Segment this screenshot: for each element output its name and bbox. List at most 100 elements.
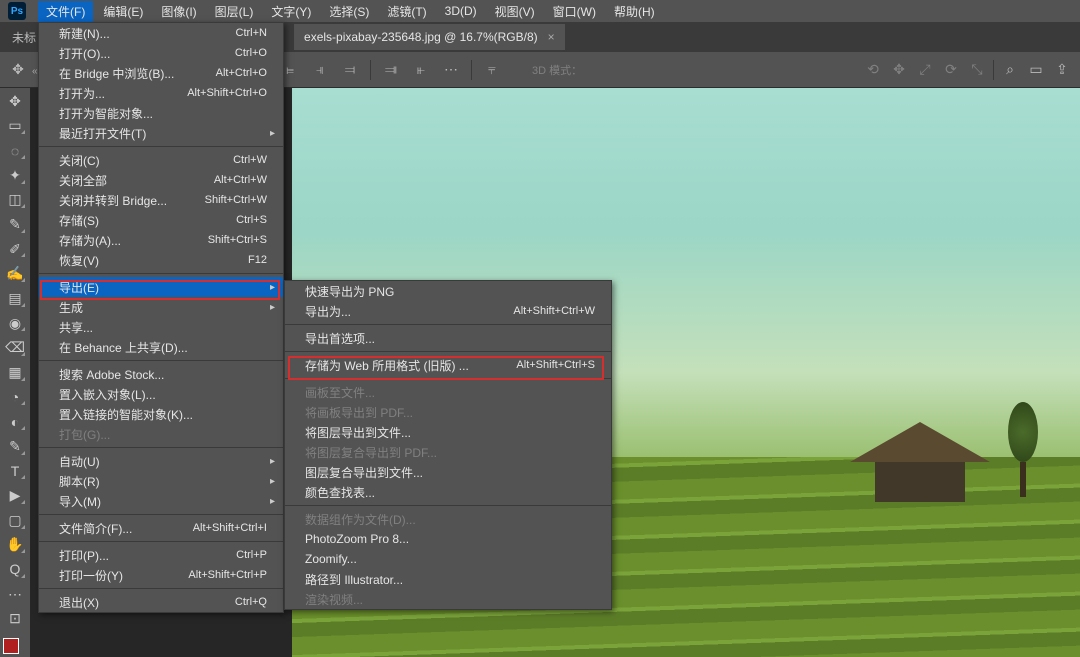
blur-tool-icon[interactable]: ◔: [4, 388, 26, 407]
menu-item-label: PhotoZoom Pro 8...: [305, 532, 409, 546]
file-menu-item[interactable]: 导入(M)▸: [39, 491, 283, 511]
file-menu-item[interactable]: 生成▸: [39, 297, 283, 317]
share-icon[interactable]: ⇪: [1052, 60, 1072, 80]
menu-item-label: 生成: [59, 299, 83, 316]
color-swatch[interactable]: [5, 640, 25, 657]
export-menu-item[interactable]: 将图层导出到文件...: [285, 422, 611, 442]
menu-3d[interactable]: 3D(D): [437, 2, 485, 20]
3d-rotate-icon[interactable]: ⟳: [941, 60, 961, 80]
dodge-tool-icon[interactable]: ◐: [4, 412, 26, 431]
file-menu-item[interactable]: 导出(E)▸: [39, 277, 283, 297]
file-menu-item[interactable]: 打印一份(Y)Alt+Shift+Ctrl+P: [39, 565, 283, 585]
type-tool-icon[interactable]: T: [4, 462, 26, 481]
distribute-v-icon[interactable]: ⫦: [411, 60, 431, 80]
file-menu-item: 打包(G)...: [39, 424, 283, 444]
export-menu-item[interactable]: Zoomify...: [285, 549, 611, 569]
file-menu-item[interactable]: 打印(P)...Ctrl+P: [39, 545, 283, 565]
file-menu-item[interactable]: 搜索 Adobe Stock...: [39, 364, 283, 384]
more-icon[interactable]: ⋯: [441, 60, 461, 80]
menu-item-shortcut: Ctrl+W: [233, 154, 267, 166]
menu-item-label: 存储为 Web 所用格式 (旧版) ...: [305, 357, 469, 374]
file-menu-item[interactable]: 退出(X) Ctrl+Q: [39, 592, 283, 612]
healing-tool-icon[interactable]: ✐: [4, 240, 26, 259]
clone-stamp-tool-icon[interactable]: ▤: [4, 289, 26, 308]
file-menu-item[interactable]: 共享...: [39, 317, 283, 337]
export-menu-item[interactable]: 颜色查找表...: [285, 482, 611, 502]
file-menu-item[interactable]: 存储(S)Ctrl+S: [39, 210, 283, 230]
file-menu-item[interactable]: 置入嵌入对象(L)...: [39, 384, 283, 404]
screen-mode-icon[interactable]: ⊡: [4, 609, 26, 628]
file-menu-item[interactable]: 打开为...Alt+Shift+Ctrl+O: [39, 83, 283, 103]
file-menu-item[interactable]: 打开(O)...Ctrl+O: [39, 43, 283, 63]
workspace-icon[interactable]: ▭: [1026, 60, 1046, 80]
export-menu-item[interactable]: 导出为...Alt+Shift+Ctrl+W: [285, 301, 611, 321]
menu-filter[interactable]: 滤镜(T): [379, 1, 434, 22]
file-menu-item[interactable]: 关闭(C)Ctrl+W: [39, 150, 283, 170]
eraser-tool-icon[interactable]: ⌫: [4, 338, 26, 357]
path-select-tool-icon[interactable]: ▶: [4, 486, 26, 505]
menu-item-shortcut: Ctrl+Q: [235, 596, 267, 608]
menu-item-label: 导出首选项...: [305, 330, 375, 347]
menu-type[interactable]: 文字(Y): [263, 1, 319, 22]
file-menu-item[interactable]: 存储为(A)...Shift+Ctrl+S: [39, 230, 283, 250]
menu-edit[interactable]: 编辑(E): [95, 1, 151, 22]
submenu-arrow-icon: ▸: [270, 456, 275, 467]
align-bottom-icon[interactable]: ⫤: [340, 60, 360, 80]
file-menu-item[interactable]: 在 Behance 上共享(D)...: [39, 337, 283, 357]
menu-help[interactable]: 帮助(H): [606, 1, 663, 22]
zoom-tool-icon[interactable]: Q: [4, 560, 26, 579]
export-menu-item[interactable]: 路径到 Illustrator...: [285, 569, 611, 589]
file-menu-item[interactable]: 关闭并转到 Bridge...Shift+Ctrl+W: [39, 190, 283, 210]
file-menu-item[interactable]: 打开为智能对象...: [39, 103, 283, 123]
export-menu-item[interactable]: PhotoZoom Pro 8...: [285, 529, 611, 549]
crop-tool-icon[interactable]: ◫: [4, 191, 26, 210]
menu-layer[interactable]: 图层(L): [207, 1, 262, 22]
file-menu-item[interactable]: 关闭全部Alt+Ctrl+W: [39, 170, 283, 190]
export-menu-item[interactable]: 导出首选项...: [285, 328, 611, 348]
file-menu-item[interactable]: 在 Bridge 中浏览(B)...Alt+Ctrl+O: [39, 63, 283, 83]
menu-item-label: 路径到 Illustrator...: [305, 571, 403, 588]
file-menu-item[interactable]: 自动(U)▸: [39, 451, 283, 471]
marquee-tool-icon[interactable]: ▭: [4, 117, 26, 136]
menu-select[interactable]: 选择(S): [321, 1, 377, 22]
move-tool-icon[interactable]: ✥: [4, 92, 26, 111]
file-menu-item[interactable]: 脚本(R) ▸: [39, 471, 283, 491]
search-icon[interactable]: ⌕: [1000, 60, 1020, 80]
file-menu-item[interactable]: 文件简介(F)...Alt+Shift+Ctrl+I: [39, 518, 283, 538]
pen-tool-icon[interactable]: ✎: [4, 437, 26, 456]
submenu-arrow-icon: ▸: [270, 476, 275, 487]
3d-pan-icon[interactable]: ✥: [889, 60, 909, 80]
brush-tool-icon[interactable]: ✍: [4, 264, 26, 283]
3d-orbit-icon[interactable]: ⟲: [863, 60, 883, 80]
menu-view[interactable]: 视图(V): [487, 1, 543, 22]
close-tab-icon[interactable]: ×: [548, 30, 555, 44]
magic-wand-tool-icon[interactable]: ✦: [4, 166, 26, 185]
document-tab[interactable]: exels-pixabay-235648.jpg @ 16.7%(RGB/8) …: [294, 24, 565, 50]
file-menu-item[interactable]: 新建(N)...Ctrl+N: [39, 23, 283, 43]
file-menu-item[interactable]: 置入链接的智能对象(K)...: [39, 404, 283, 424]
file-menu-item[interactable]: 恢复(V)F12: [39, 250, 283, 270]
hut-decoration: [850, 422, 990, 502]
menu-item-label: 脚本(R): [59, 473, 100, 490]
file-menu-item[interactable]: 最近打开文件(T)▸: [39, 123, 283, 143]
hand-tool-icon[interactable]: ✋: [4, 536, 26, 555]
menu-item-label: 退出(X): [59, 594, 99, 611]
menu-file[interactable]: 文件(F): [38, 1, 93, 22]
export-menu-item[interactable]: 快速导出为 PNG: [285, 281, 611, 301]
menu-image[interactable]: 图像(I): [153, 1, 204, 22]
menu-item-label: 打印(P)...: [59, 547, 109, 564]
export-menu-item[interactable]: 图层复合导出到文件...: [285, 462, 611, 482]
align-options-icon[interactable]: ⫧: [482, 60, 502, 80]
eyedropper-tool-icon[interactable]: ✎: [4, 215, 26, 234]
export-menu-item[interactable]: 存储为 Web 所用格式 (旧版) ...Alt+Shift+Ctrl+S: [285, 355, 611, 375]
shape-tool-icon[interactable]: ▢: [4, 511, 26, 530]
3d-scale-icon[interactable]: ⤡: [967, 60, 987, 80]
edit-toolbar-icon[interactable]: ⋯: [4, 585, 26, 604]
gradient-tool-icon[interactable]: ▦: [4, 363, 26, 382]
distribute-h-icon[interactable]: ⫥: [381, 60, 401, 80]
3d-dolly-icon[interactable]: ⤢: [915, 60, 935, 80]
history-brush-tool-icon[interactable]: ◉: [4, 314, 26, 333]
menu-window[interactable]: 窗口(W): [545, 1, 604, 22]
lasso-tool-icon[interactable]: ◌: [4, 141, 26, 160]
align-center-v-icon[interactable]: ⫣: [310, 60, 330, 80]
